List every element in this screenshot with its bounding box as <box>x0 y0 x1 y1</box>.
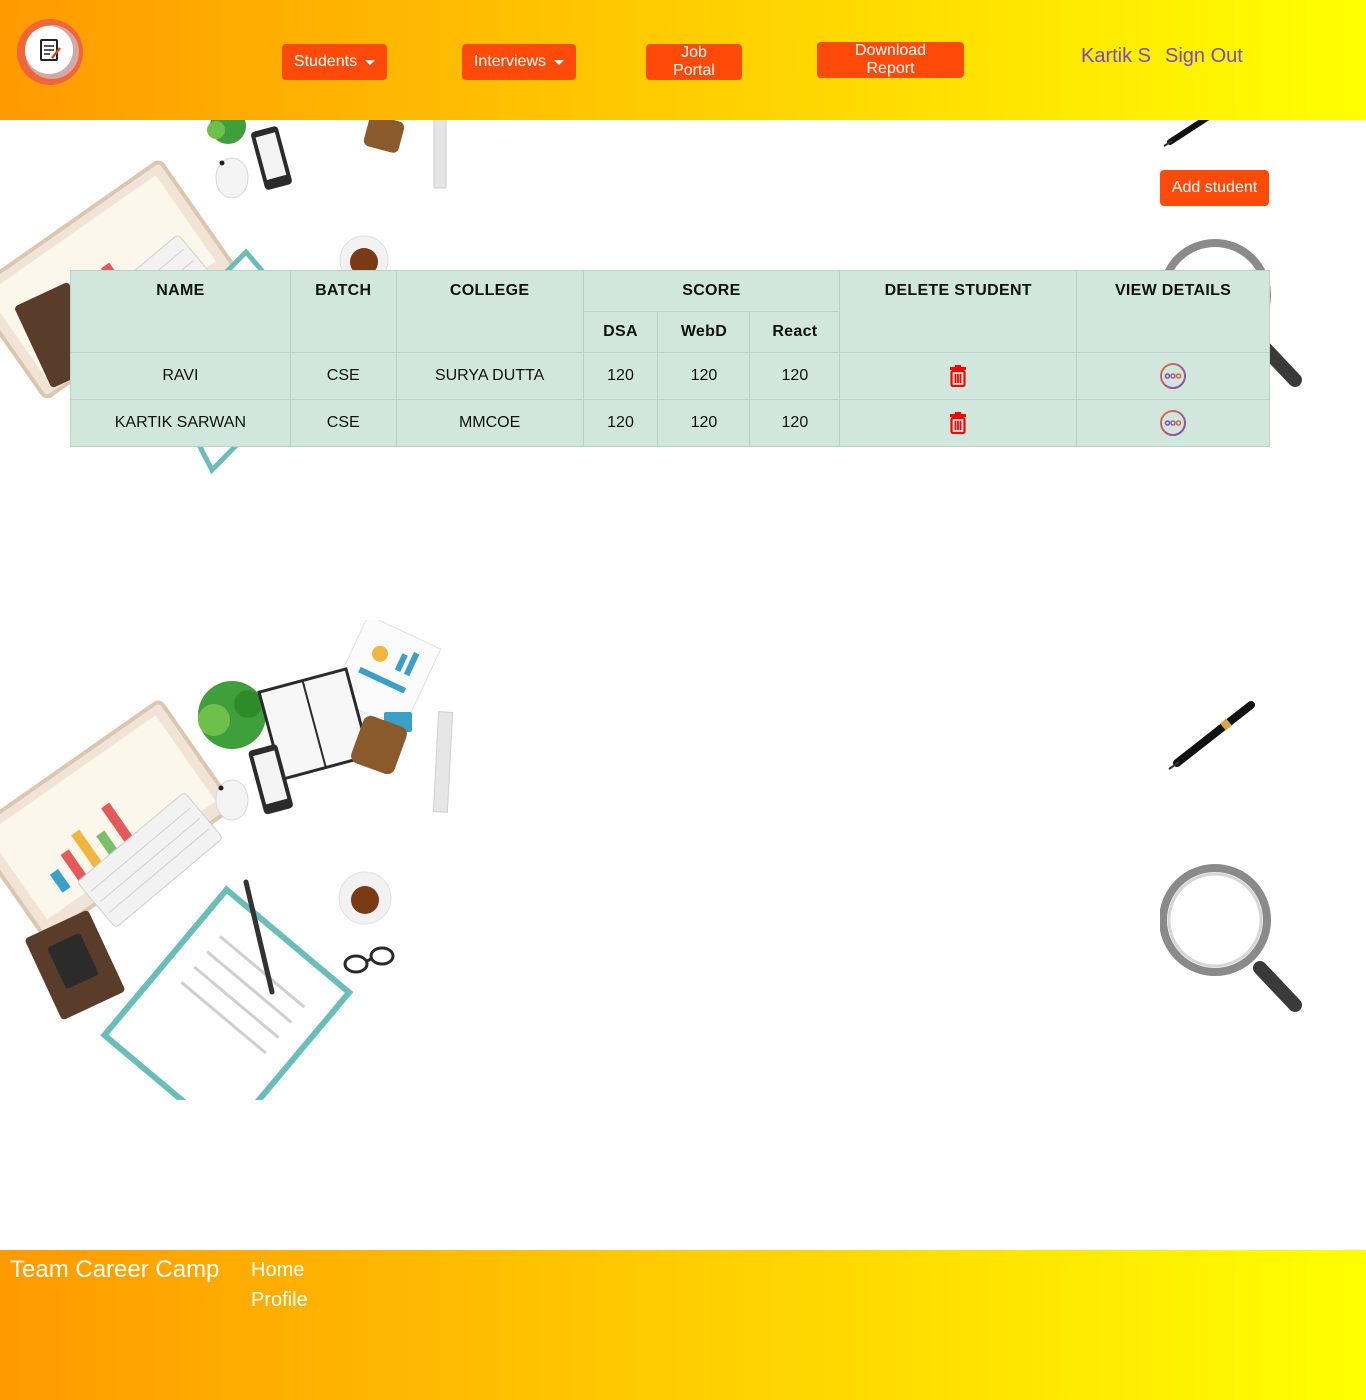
cell-delete <box>839 399 1078 447</box>
cell-batch: CSE <box>289 352 397 400</box>
interviews-dropdown-button[interactable]: Interviews <box>462 44 576 80</box>
header-score: SCORE <box>582 270 841 312</box>
job-portal-label: Job Portal <box>673 44 715 79</box>
cell-dsa: 120 <box>582 352 659 400</box>
table-row: RAVI CSE SURYA DUTTA 120 120 120 <box>70 352 1270 400</box>
cell-name: KARTIK SARWAN <box>70 399 291 447</box>
header-name: NAME <box>70 270 291 353</box>
interviews-label: Interviews <box>473 53 547 70</box>
cell-webd: 120 <box>657 399 751 447</box>
chevron-down-icon <box>365 59 376 65</box>
chevron-down-icon <box>554 59 565 65</box>
cell-college: SURYA DUTTA <box>395 352 584 400</box>
cell-details <box>1076 352 1270 400</box>
sign-out-link[interactable]: Sign Out <box>1165 45 1243 68</box>
students-label: Students <box>293 53 358 70</box>
footer-profile-link[interactable]: Profile <box>251 1289 308 1312</box>
table-header-row: NAME BATCH COLLEGE SCORE DELETE STUDENT … <box>70 270 1270 353</box>
header-webd: WebD <box>657 311 751 353</box>
cell-delete <box>839 352 1078 400</box>
more-options-icon[interactable] <box>1159 362 1187 390</box>
header-view-details: VIEW DETAILS <box>1076 270 1270 353</box>
more-options-icon[interactable] <box>1159 409 1187 437</box>
footer-title: Team Career Camp <box>10 1256 220 1283</box>
add-student-button[interactable]: Add student <box>1160 170 1269 206</box>
cell-webd: 120 <box>657 352 751 400</box>
header-react: React <box>749 311 841 353</box>
cell-react: 120 <box>749 352 841 400</box>
cell-college: MMCOE <box>395 399 584 447</box>
cell-react: 120 <box>749 399 841 447</box>
footer-home-link[interactable]: Home <box>251 1259 304 1282</box>
header-delete-student: DELETE STUDENT <box>839 270 1078 353</box>
cell-dsa: 120 <box>582 399 659 447</box>
user-name-link[interactable]: Kartik S <box>1081 45 1151 68</box>
students-table: NAME BATCH COLLEGE SCORE DELETE STUDENT … <box>70 270 1270 447</box>
magnifier-icon-bottom <box>1160 864 1302 1012</box>
pen-icon-bottom <box>1168 701 1255 770</box>
cell-batch: CSE <box>289 399 397 447</box>
trash-icon[interactable] <box>949 365 967 387</box>
table-row: KARTIK SARWAN CSE MMCOE 120 120 120 <box>70 399 1270 447</box>
cell-details <box>1076 399 1270 447</box>
footer: Team Career Camp Home Profile <box>0 1250 1366 1400</box>
download-report-label: Download Report <box>854 42 927 77</box>
cell-name: RAVI <box>70 352 291 400</box>
header-college: COLLEGE <box>395 270 584 353</box>
resume-logo-icon[interactable] <box>14 14 86 86</box>
header-dsa: DSA <box>582 311 659 353</box>
header-batch: BATCH <box>289 270 397 353</box>
desk-illustration-bottom <box>0 620 454 1100</box>
top-navbar: Students Interviews Job Portal Download … <box>0 0 1366 120</box>
job-portal-button[interactable]: Job Portal <box>646 44 742 80</box>
download-report-button[interactable]: Download Report <box>817 42 964 78</box>
students-dropdown-button[interactable]: Students <box>282 44 387 80</box>
trash-icon[interactable] <box>949 412 967 434</box>
